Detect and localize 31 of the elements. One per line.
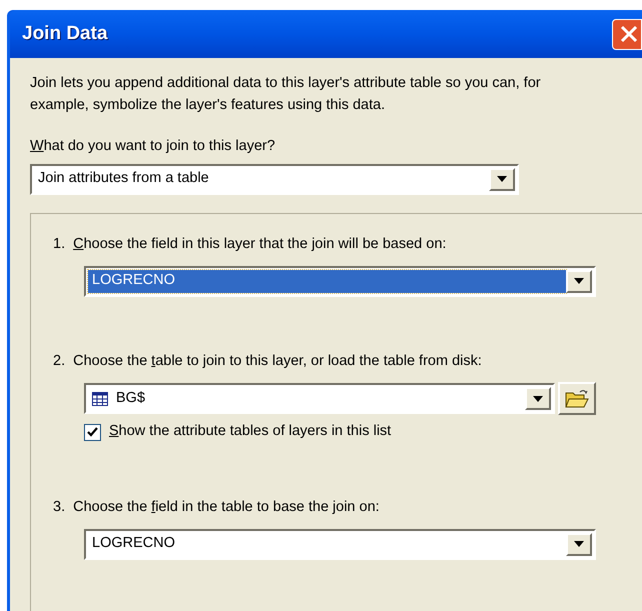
checkbox[interactable] [84, 424, 101, 441]
dropdown-arrow-button[interactable] [566, 532, 592, 556]
step-number: 1. [53, 234, 66, 254]
caret-icon [574, 278, 584, 284]
field-dropdown[interactable]: LOGRECNO [84, 528, 596, 560]
open-folder-button[interactable] [558, 382, 596, 416]
caret-icon [574, 541, 584, 548]
dropdown-value: Join attributes from a table [38, 169, 209, 188]
join-type-dropdown[interactable]: Join attributes from a table [30, 164, 519, 195]
caret-icon [533, 396, 543, 402]
field-dropdown[interactable]: BG$ [84, 383, 555, 414]
intro-text: Join lets you append additional data to this layer's attribute table so you can, for example, symbolize the layer's features using this data. [30, 74, 542, 115]
field-dropdown[interactable]: LOGRECNO [84, 266, 596, 296]
step-label: Choose the field in this layer that the join will be based on: [73, 234, 446, 254]
close-icon [619, 24, 639, 44]
step-label: Choose the table to join to this layer, or load the table from disk: [73, 352, 482, 370]
checkbox-label: Show the attribute tables of layers in this list [109, 422, 392, 442]
dropdown-arrow-button[interactable] [566, 270, 592, 292]
window-title: Join Data [22, 22, 108, 46]
step-number: 2. [53, 352, 66, 370]
dropdown-value: BG$ [116, 388, 146, 408]
dropdown-value: LOGRECNO [92, 534, 175, 554]
step-label: Choose the field in the table to base the join on: [73, 498, 380, 517]
step-number: 3. [53, 498, 66, 517]
close-button[interactable] [612, 18, 642, 50]
dropdown-arrow-button[interactable] [525, 387, 551, 410]
folder-icon [565, 388, 589, 409]
join-question-label: What do you want to join to this layer? [30, 137, 276, 156]
dropdown-value: LOGRECNO [92, 271, 175, 290]
caret-icon [497, 176, 507, 182]
dropdown-arrow-button[interactable] [489, 168, 515, 191]
